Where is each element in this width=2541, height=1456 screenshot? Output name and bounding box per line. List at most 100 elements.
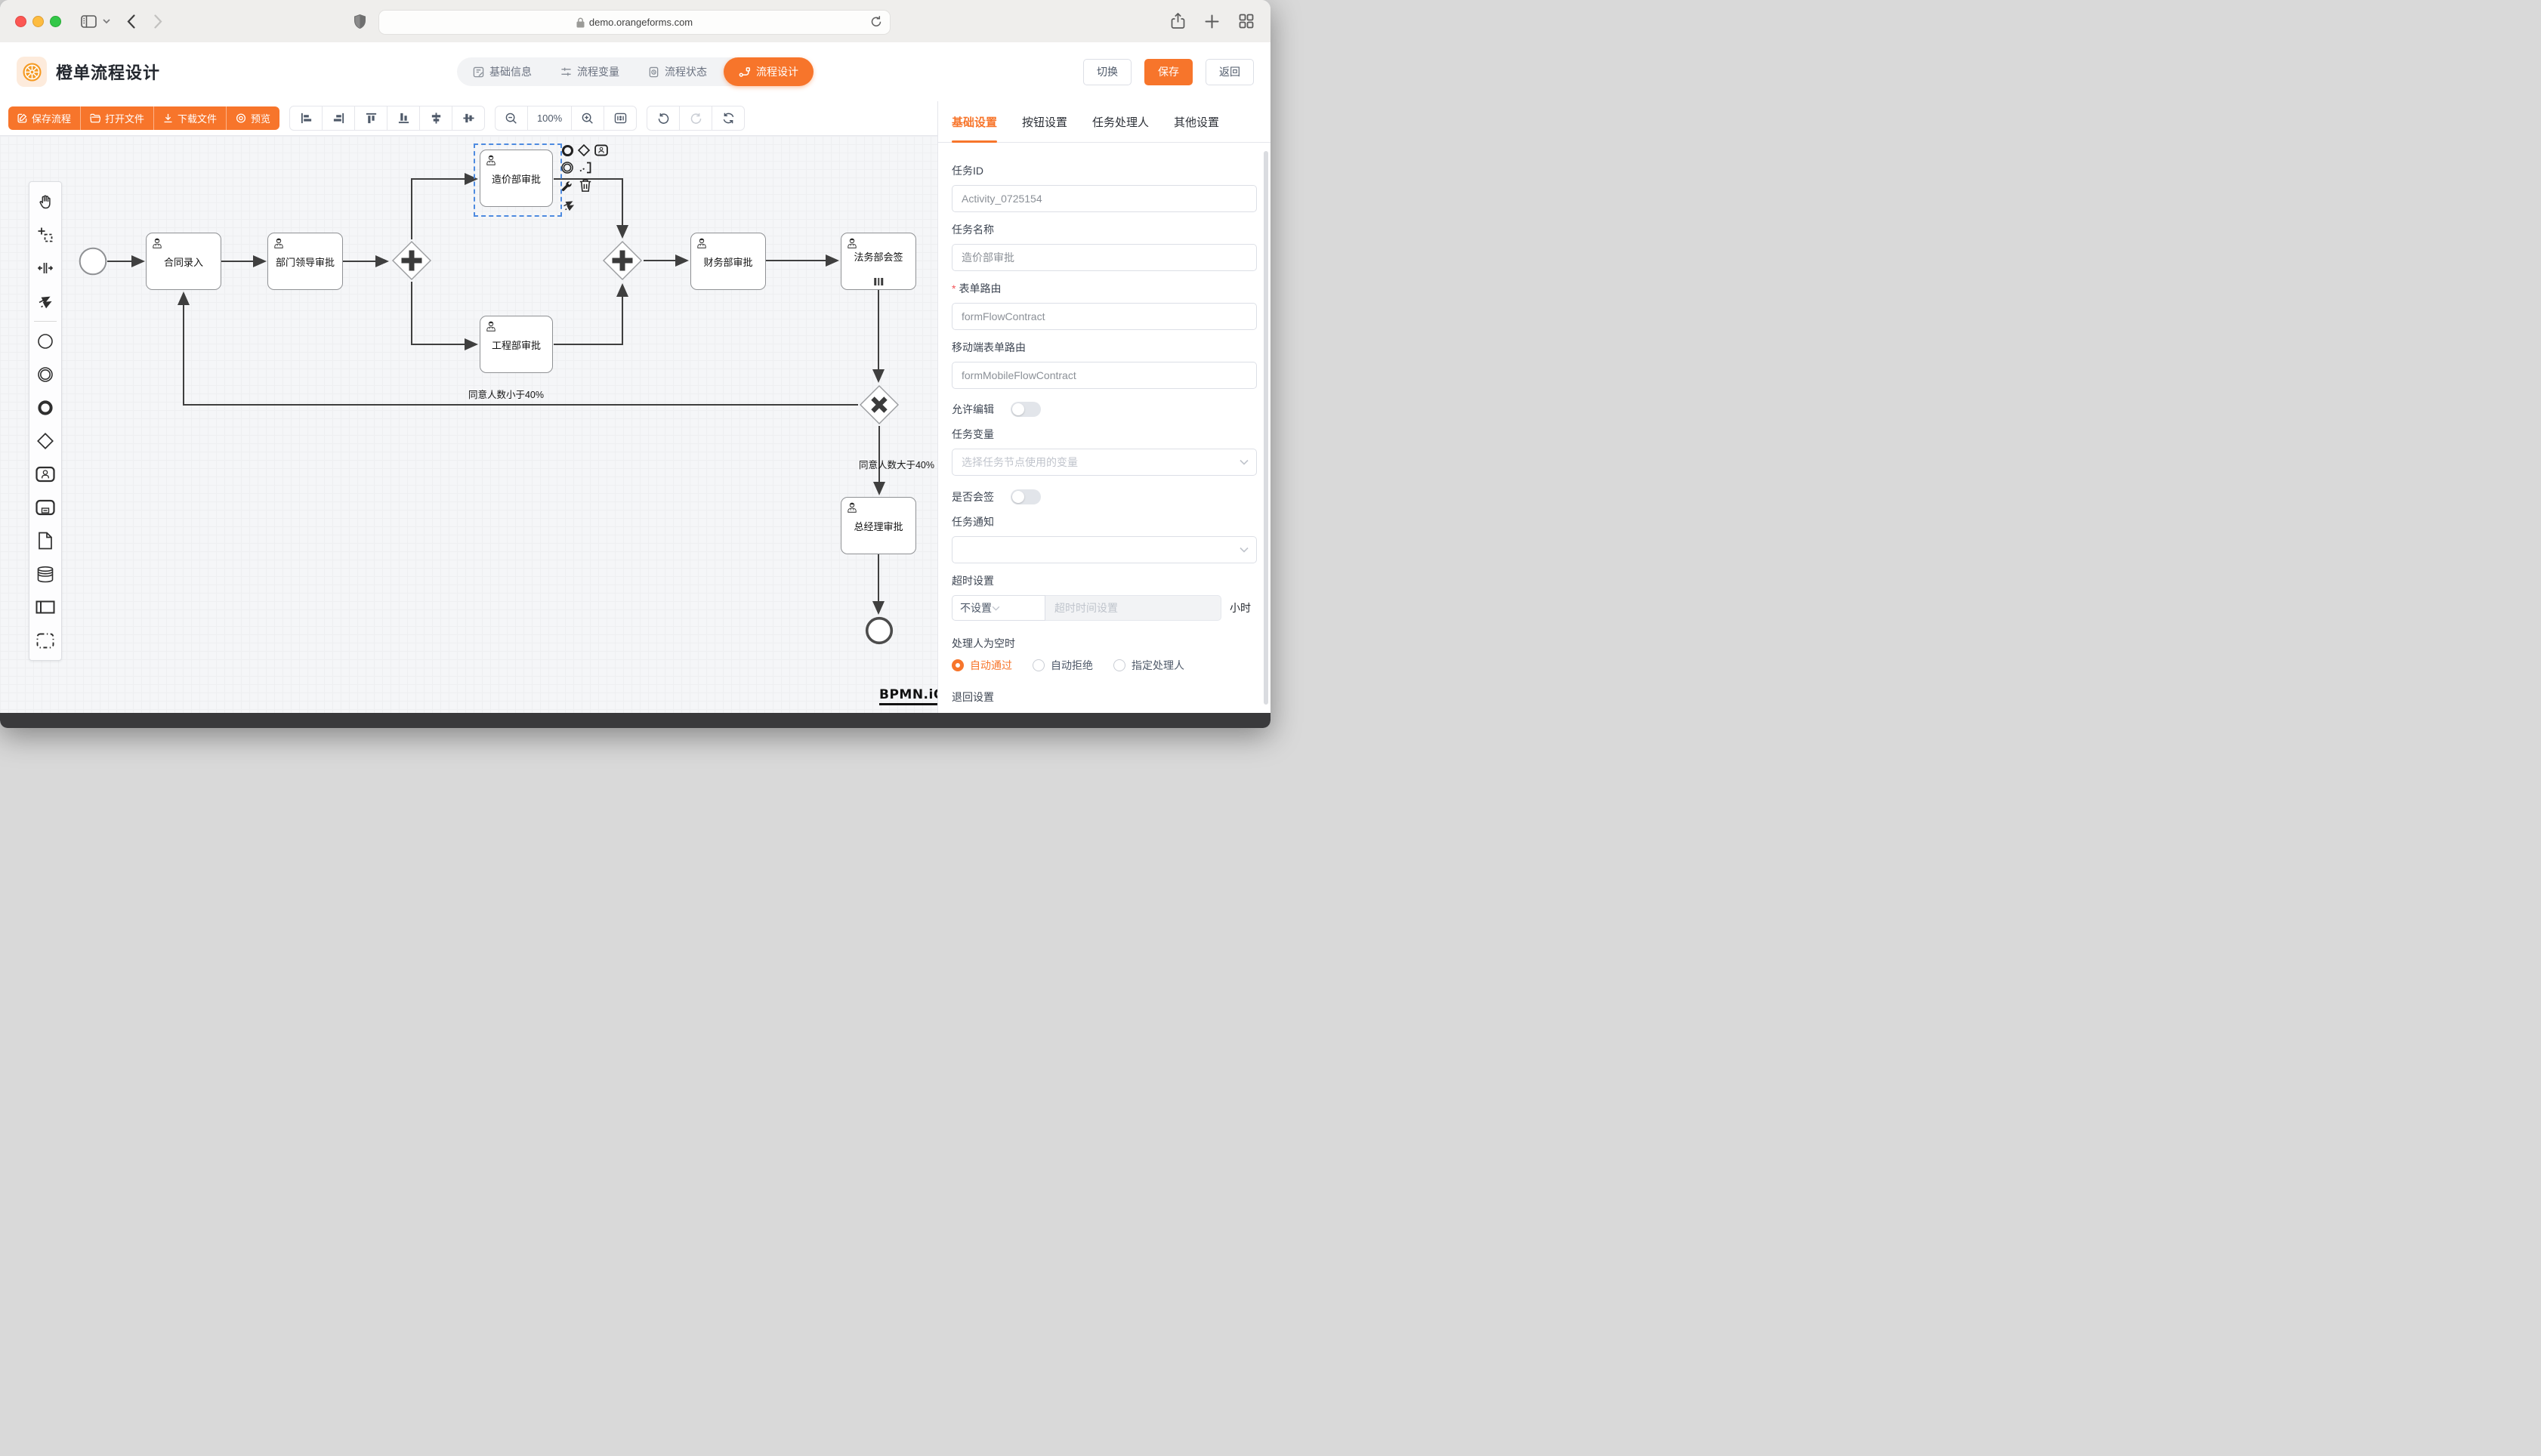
intermediate-event-icon[interactable] bbox=[29, 358, 61, 391]
ctx-change-type-wrench-icon[interactable] bbox=[560, 180, 574, 193]
address-bar[interactable]: demo.orangeforms.com bbox=[378, 10, 891, 35]
timeout-mode-select[interactable]: 不设置 bbox=[952, 595, 1045, 621]
preview-button[interactable]: 预览 bbox=[227, 106, 279, 130]
eye-icon bbox=[236, 113, 246, 123]
tab-process-status[interactable]: 流程状态 bbox=[636, 60, 719, 83]
radio-assign-handler[interactable]: 指定处理人 bbox=[1113, 658, 1184, 673]
back-button[interactable] bbox=[127, 14, 135, 29]
task-engineering-dept-approval[interactable]: 工程部审批 bbox=[480, 316, 553, 373]
zoom-level[interactable]: 100% bbox=[528, 106, 572, 130]
task-id-input[interactable]: Activity_0725154 bbox=[952, 185, 1257, 212]
switch-button[interactable]: 切换 bbox=[1083, 59, 1132, 85]
task-dept-leader-approval[interactable]: 部门领导审批 bbox=[267, 233, 343, 290]
fit-viewport-icon[interactable] bbox=[604, 106, 636, 130]
tab-other-settings[interactable]: 其他设置 bbox=[1174, 101, 1219, 142]
share-icon[interactable] bbox=[1171, 13, 1185, 29]
hand-tool-icon[interactable] bbox=[29, 185, 61, 218]
task-variable-select[interactable]: 选择任务节点使用的变量 bbox=[952, 449, 1257, 476]
align-bottom-icon[interactable] bbox=[387, 106, 420, 130]
align-center-horizontal-icon[interactable] bbox=[420, 106, 452, 130]
download-icon bbox=[163, 113, 173, 123]
ctx-append-user-task-icon[interactable] bbox=[594, 143, 608, 157]
align-middle-vertical-icon[interactable] bbox=[452, 106, 484, 130]
reset-icon[interactable] bbox=[712, 106, 744, 130]
parallel-gateway-join[interactable] bbox=[601, 239, 644, 282]
task-legal-dept-countersign[interactable]: 法务部会签 bbox=[841, 233, 916, 290]
tab-overview-icon[interactable] bbox=[1239, 14, 1254, 29]
undo-icon[interactable] bbox=[647, 106, 680, 130]
download-file-button[interactable]: 下载文件 bbox=[154, 106, 227, 130]
task-contract-entry[interactable]: 合同录入 bbox=[146, 233, 221, 290]
end-event-icon[interactable] bbox=[29, 391, 61, 424]
edge-label-lt40[interactable]: 同意人数小于40% bbox=[442, 387, 570, 401]
end-event-node[interactable] bbox=[865, 616, 894, 645]
parallel-gateway-split[interactable] bbox=[391, 239, 433, 282]
space-tool-icon[interactable] bbox=[29, 251, 61, 285]
open-file-button[interactable]: 打开文件 bbox=[81, 106, 154, 130]
data-object-icon[interactable] bbox=[29, 524, 61, 557]
task-notify-select[interactable] bbox=[952, 536, 1257, 563]
bpmn-io-watermark[interactable]: BPMN.iO bbox=[879, 687, 937, 705]
reload-icon[interactable] bbox=[870, 15, 882, 28]
task-name-input[interactable]: 造价部审批 bbox=[952, 244, 1257, 271]
form-route-input[interactable]: formFlowContract bbox=[952, 303, 1257, 330]
ctx-append-end-event-icon[interactable] bbox=[560, 143, 574, 157]
align-right-icon[interactable] bbox=[323, 106, 355, 130]
ctx-append-text-annotation-icon[interactable] bbox=[579, 161, 592, 174]
call-activity-icon[interactable] bbox=[29, 491, 61, 524]
exclusive-gateway[interactable] bbox=[858, 384, 900, 426]
lasso-tool-icon[interactable] bbox=[29, 218, 61, 251]
task-general-manager-approval[interactable]: 总经理审批 bbox=[841, 497, 916, 554]
timeout-value-input[interactable]: 超时时间设置 bbox=[1045, 595, 1221, 621]
sequence-flows[interactable] bbox=[0, 136, 937, 713]
start-event-node[interactable] bbox=[79, 247, 107, 276]
edge-label-gt40[interactable]: 同意人数大于40% bbox=[840, 457, 937, 471]
sidebar-chevron-icon[interactable] bbox=[103, 19, 110, 24]
redo-icon[interactable] bbox=[680, 106, 712, 130]
align-left-icon[interactable] bbox=[290, 106, 323, 130]
user-task-icon[interactable] bbox=[29, 458, 61, 491]
panel-scrollbar[interactable] bbox=[1264, 151, 1268, 705]
minimize-window-button[interactable] bbox=[32, 16, 44, 27]
tab-basic-settings[interactable]: 基础设置 bbox=[952, 101, 997, 142]
bpmn-canvas[interactable]: 同意人数小于40% 同意人数大于40% bbox=[0, 136, 937, 713]
save-flow-button[interactable]: 保存流程 bbox=[8, 106, 81, 130]
tab-task-assignee[interactable]: 任务处理人 bbox=[1092, 101, 1149, 142]
align-top-icon[interactable] bbox=[355, 106, 387, 130]
tab-process-design[interactable]: 流程设计 bbox=[724, 57, 814, 86]
forward-button[interactable] bbox=[154, 14, 162, 29]
task-notify-label: 任务通知 bbox=[952, 514, 1257, 529]
zoom-out-icon[interactable] bbox=[496, 106, 528, 130]
tab-button-settings[interactable]: 按钮设置 bbox=[1022, 101, 1067, 142]
bottom-bar bbox=[0, 713, 1270, 728]
privacy-shield-icon[interactable] bbox=[354, 14, 366, 29]
sidebar-toggle-icon[interactable] bbox=[81, 15, 97, 28]
participant-icon[interactable] bbox=[29, 591, 61, 624]
save-button[interactable]: 保存 bbox=[1144, 59, 1193, 85]
task-finance-dept-approval[interactable]: 财务部审批 bbox=[690, 233, 766, 290]
gateway-icon[interactable] bbox=[29, 424, 61, 458]
return-button[interactable]: 返回 bbox=[1206, 59, 1254, 85]
data-store-icon[interactable] bbox=[29, 557, 61, 591]
zoom-in-icon[interactable] bbox=[572, 106, 604, 130]
countersign-toggle[interactable] bbox=[1011, 489, 1041, 504]
radio-auto-reject[interactable]: 自动拒绝 bbox=[1033, 658, 1093, 673]
tab-basic-info[interactable]: 基础信息 bbox=[461, 60, 544, 83]
mobile-form-route-input[interactable]: formMobileFlowContract bbox=[952, 362, 1257, 389]
group-icon[interactable] bbox=[29, 624, 61, 657]
tab-process-variables[interactable]: 流程变量 bbox=[548, 60, 631, 83]
ctx-delete-trash-icon[interactable] bbox=[579, 178, 592, 192]
radio-auto-approve[interactable]: 自动通过 bbox=[952, 658, 1012, 673]
flow-design-icon bbox=[739, 66, 751, 78]
close-window-button[interactable] bbox=[15, 16, 26, 27]
ctx-append-gateway-icon[interactable] bbox=[577, 143, 591, 157]
allow-edit-toggle[interactable] bbox=[1011, 402, 1041, 417]
zoom-window-button[interactable] bbox=[50, 16, 61, 27]
process-nav-tabs: 基础信息 流程变量 流程状态 流程设计 bbox=[457, 57, 814, 86]
ctx-connect-tool-icon[interactable] bbox=[562, 198, 576, 211]
new-tab-icon[interactable] bbox=[1205, 14, 1219, 29]
task-cost-dept-approval[interactable]: 造价部审批 bbox=[480, 150, 553, 207]
ctx-append-intermediate-event-icon[interactable] bbox=[560, 161, 574, 174]
global-connect-tool-icon[interactable] bbox=[29, 285, 61, 318]
start-event-icon[interactable] bbox=[29, 325, 61, 358]
